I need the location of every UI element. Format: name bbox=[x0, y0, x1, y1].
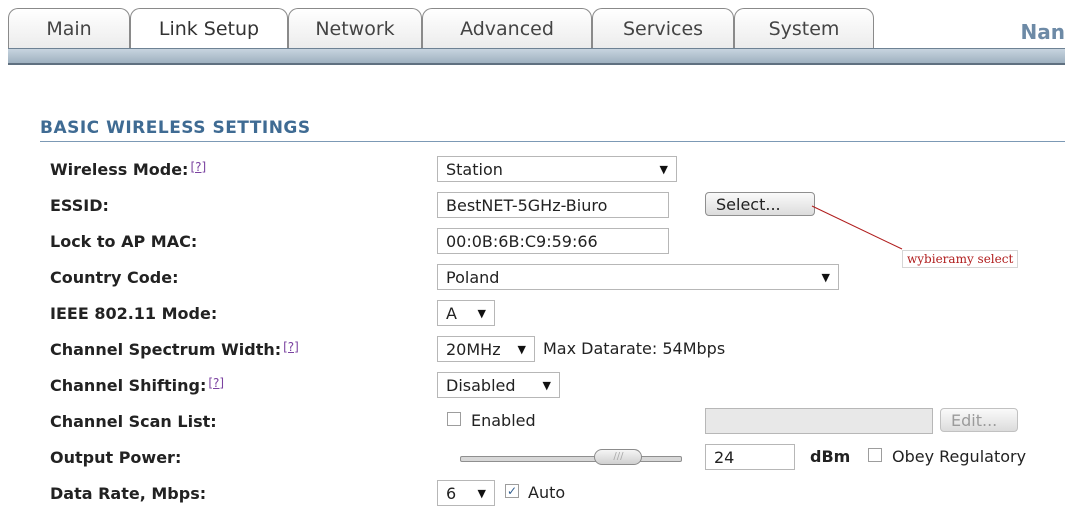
row-ieee: IEEE 802.11 Mode: A ▼ bbox=[40, 300, 1065, 328]
data-rate-select[interactable]: 6 ▼ bbox=[437, 480, 495, 506]
shifting-label-text: Channel Shifting: bbox=[50, 376, 207, 395]
chevron-down-icon: ▼ bbox=[517, 342, 526, 356]
output-power-slider-thumb[interactable]: /// bbox=[594, 449, 643, 465]
enabled-checkbox[interactable] bbox=[447, 412, 461, 426]
wireless-mode-value: Station bbox=[446, 159, 503, 179]
max-datarate-text: Max Datarate: 54Mbps bbox=[543, 339, 726, 358]
wireless-mode-label-text: Wireless Mode: bbox=[50, 160, 189, 179]
spectrum-value: 20MHz bbox=[446, 339, 501, 359]
obey-regulatory-checkbox[interactable] bbox=[868, 448, 882, 462]
row-shifting: Channel Shifting: [?] Disabled ▼ bbox=[40, 372, 1065, 400]
output-power-slider-track[interactable] bbox=[460, 456, 682, 462]
country-value: Poland bbox=[446, 267, 500, 287]
tab-bar: Main Link Setup Network Advanced Service… bbox=[0, 0, 1065, 48]
chevron-down-icon: ▼ bbox=[477, 306, 486, 320]
scan-list-label: Channel Scan List: bbox=[50, 412, 217, 431]
chevron-down-icon: ▼ bbox=[477, 486, 486, 500]
essid-input[interactable]: BestNET-5GHz-Biuro bbox=[437, 192, 669, 218]
help-link[interactable]: [?] bbox=[208, 376, 224, 390]
shifting-value: Disabled bbox=[446, 375, 516, 395]
row-essid: ESSID: BestNET-5GHz-Biuro Select... bbox=[40, 192, 1065, 220]
row-data-rate: Data Rate, Mbps: 6 ▼ ✓ Auto bbox=[40, 480, 1065, 508]
tab-system[interactable]: System bbox=[734, 8, 874, 48]
tab-network[interactable]: Network bbox=[288, 8, 422, 48]
chevron-down-icon: ▼ bbox=[821, 270, 830, 284]
annotation-note: wybieramy select bbox=[902, 250, 1019, 268]
scan-list-input[interactable] bbox=[705, 408, 933, 434]
help-link[interactable]: [?] bbox=[190, 160, 206, 174]
tab-link-setup-label: Link Setup bbox=[158, 17, 260, 40]
row-scan-list: Channel Scan List: Enabled Edit... bbox=[40, 408, 1065, 436]
section-title: BASIC WIRELESS SETTINGS bbox=[40, 118, 1065, 142]
country-select[interactable]: Poland ▼ bbox=[437, 264, 839, 290]
wireless-mode-select[interactable]: Station ▼ bbox=[437, 156, 677, 182]
tab-advanced[interactable]: Advanced bbox=[422, 8, 592, 48]
lock-ap-label: Lock to AP MAC: bbox=[50, 232, 198, 251]
auto-checkbox[interactable]: ✓ bbox=[505, 484, 519, 498]
row-country: Country Code: Poland ▼ bbox=[40, 264, 1065, 292]
row-spectrum: Channel Spectrum Width: [?] 20MHz ▼ Max Da… bbox=[40, 336, 1065, 364]
essid-label: ESSID: bbox=[50, 196, 109, 215]
tab-services-label: Services bbox=[622, 17, 704, 40]
shifting-select[interactable]: Disabled ▼ bbox=[437, 372, 560, 398]
ieee-select[interactable]: A ▼ bbox=[437, 300, 495, 326]
shifting-label: Channel Shifting: [?] bbox=[50, 376, 224, 395]
obey-regulatory-label: Obey Regulatory bbox=[892, 447, 1027, 466]
tab-services[interactable]: Services bbox=[592, 8, 734, 48]
ieee-value: A bbox=[446, 303, 457, 323]
wireless-mode-label: Wireless Mode: [?] bbox=[50, 160, 206, 179]
header-bar bbox=[8, 48, 1065, 65]
enabled-label: Enabled bbox=[471, 411, 536, 430]
data-rate-value: 6 bbox=[446, 483, 457, 503]
tab-main-label: Main bbox=[46, 17, 92, 40]
chevron-down-icon: ▼ bbox=[542, 378, 551, 392]
row-output-power: Output Power: /// 24 dBm Obey Regulatory bbox=[40, 444, 1065, 472]
country-label: Country Code: bbox=[50, 268, 179, 287]
auto-label: Auto bbox=[528, 483, 566, 502]
output-power-label: Output Power: bbox=[50, 448, 182, 467]
lock-ap-input[interactable]: 00:0B:6B:C9:59:66 bbox=[437, 228, 669, 254]
row-wireless-mode: Wireless Mode: [?] Station ▼ bbox=[40, 156, 1065, 184]
output-power-input[interactable]: 24 bbox=[705, 444, 795, 470]
tab-link-setup[interactable]: Link Setup bbox=[130, 8, 288, 48]
data-rate-label: Data Rate, Mbps: bbox=[50, 484, 207, 503]
tab-main[interactable]: Main bbox=[8, 8, 130, 48]
tab-system-label: System bbox=[768, 17, 840, 40]
spectrum-label: Channel Spectrum Width: [?] bbox=[50, 340, 299, 359]
edit-button[interactable]: Edit... bbox=[940, 408, 1018, 432]
tab-advanced-label: Advanced bbox=[460, 17, 554, 40]
brand-label: Nan bbox=[1020, 20, 1065, 44]
spectrum-select[interactable]: 20MHz ▼ bbox=[437, 336, 535, 362]
help-link[interactable]: [?] bbox=[283, 340, 299, 354]
dbm-unit: dBm bbox=[810, 447, 851, 466]
select-button[interactable]: Select... bbox=[705, 192, 815, 216]
ieee-label: IEEE 802.11 Mode: bbox=[50, 304, 218, 323]
settings-panel: BASIC WIRELESS SETTINGS Wireless Mode: [?… bbox=[40, 118, 1065, 506]
chevron-down-icon: ▼ bbox=[659, 162, 668, 176]
tab-network-label: Network bbox=[315, 17, 395, 40]
spectrum-label-text: Channel Spectrum Width: bbox=[50, 340, 282, 359]
